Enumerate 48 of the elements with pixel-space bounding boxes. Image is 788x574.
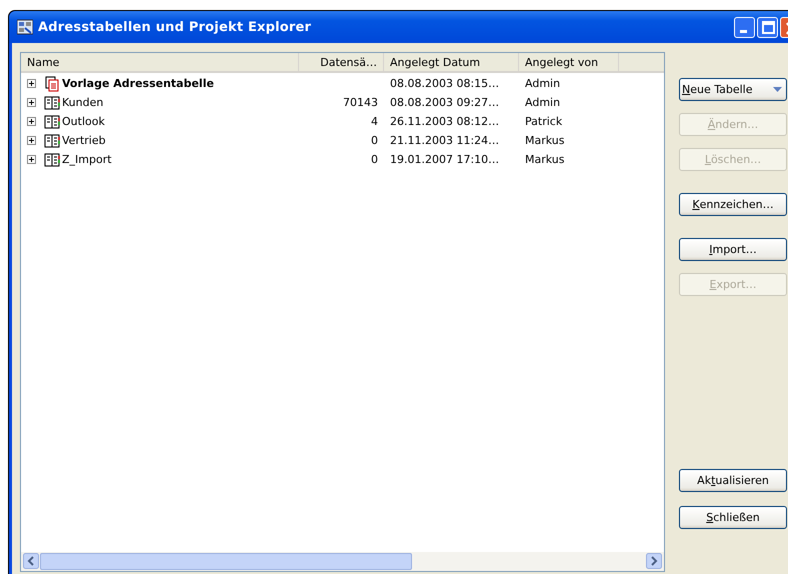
- action-button[interactable]: Aktualisieren: [679, 469, 787, 492]
- scroll-right-icon[interactable]: [646, 553, 662, 569]
- minimize-icon: [740, 30, 747, 32]
- table-cell: Admin: [525, 96, 560, 109]
- column-header[interactable]: Angelegt Datum: [384, 53, 519, 71]
- address-book-icon: [44, 132, 60, 148]
- table-cell: Markus: [525, 134, 564, 147]
- expand-icon[interactable]: [27, 79, 36, 88]
- table-cell: Admin: [525, 77, 560, 90]
- row-name[interactable]: Outlook: [62, 115, 105, 128]
- caret-icon: [773, 87, 782, 92]
- expand-icon[interactable]: [27, 117, 36, 126]
- expand-icon[interactable]: [27, 136, 36, 145]
- table-cell: 4: [371, 115, 378, 128]
- column-header[interactable]: Name: [21, 53, 299, 71]
- address-book-icon: [44, 94, 60, 110]
- row-name[interactable]: Vertrieb: [62, 134, 106, 147]
- table-cell: 08.08.2003 09:27…: [390, 96, 500, 109]
- row-name[interactable]: Kunden: [62, 96, 104, 109]
- scroll-thumb[interactable]: [40, 553, 412, 570]
- action-button[interactable]: Import…: [679, 238, 787, 261]
- row-name[interactable]: Z_Import: [62, 153, 112, 166]
- expand-icon[interactable]: [27, 155, 36, 164]
- horizontal-scrollbar[interactable]: [21, 552, 664, 571]
- app-icon: [17, 19, 33, 35]
- column-header[interactable]: Datensä…: [299, 53, 384, 71]
- scroll-left-icon[interactable]: [23, 553, 39, 569]
- table-cell: 0: [371, 134, 378, 147]
- document-icon: [44, 76, 60, 92]
- table-cell: 26.11.2003 08:12…: [390, 115, 500, 128]
- dropdown-button[interactable]: Neue Tabelle: [679, 78, 787, 101]
- expand-icon[interactable]: [27, 98, 36, 107]
- table-cell: 70143: [343, 96, 378, 109]
- table-cell: 21.11.2003 11:24…: [390, 134, 500, 147]
- table-cell: 19.01.2007 17:10…: [390, 153, 500, 166]
- table-cell: 08.08.2003 08:15…: [390, 77, 500, 90]
- column-header[interactable]: Angelegt von: [519, 53, 619, 71]
- address-book-icon: [44, 114, 60, 130]
- row-name[interactable]: Vorlage Adressentabelle: [62, 77, 214, 90]
- minimize-button[interactable]: [734, 16, 755, 38]
- table-cell: Markus: [525, 153, 564, 166]
- window-title: Adresstabellen und Projekt Explorer: [38, 20, 312, 34]
- table-cell: Patrick: [525, 115, 562, 128]
- action-button[interactable]: Kennzeichen…: [679, 193, 787, 216]
- action-button[interactable]: Schließen: [679, 506, 787, 529]
- maximize-button[interactable]: [757, 16, 778, 38]
- table-cell: 0: [371, 153, 378, 166]
- address-book-icon: [44, 152, 60, 168]
